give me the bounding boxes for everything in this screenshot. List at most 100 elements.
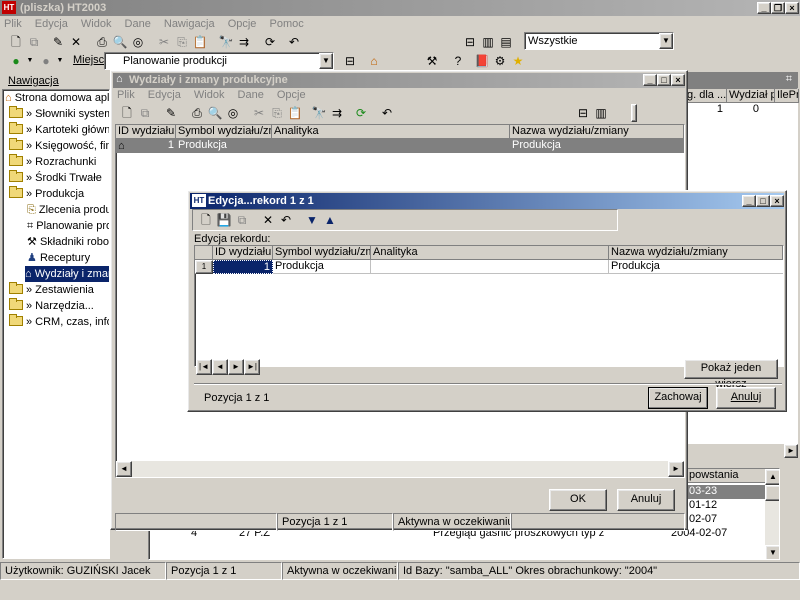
dialog-minimize-button[interactable]: _	[742, 195, 756, 207]
scroll-right-icon[interactable]: ►	[668, 461, 684, 477]
dialog-row-id[interactable]: 1	[213, 260, 273, 274]
dialog-row-marker[interactable]: 1	[195, 260, 213, 274]
dialog-maximize-button[interactable]: □	[756, 195, 770, 207]
tree-item-narzedzia[interactable]: » Narzędzia...	[9, 298, 94, 314]
bg-grid-header-2[interactable]: Wydział p...	[727, 89, 775, 103]
paste-copy-icon[interactable]: ⎘	[174, 34, 190, 50]
tree-item-slowniki[interactable]: » Słowniki systemowe	[9, 106, 109, 122]
dialog-cancel-button[interactable]: Anuluj	[716, 387, 776, 409]
menu-nawigacja[interactable]: Nawigacja	[164, 18, 215, 30]
app-maximize-button[interactable]: ❐	[771, 2, 785, 14]
scroll-thumb[interactable]	[765, 485, 779, 501]
mdi-maximize-button[interactable]: □	[657, 74, 671, 86]
mdi-toolbar-handle[interactable]	[631, 104, 637, 122]
export-icon[interactable]: ◎	[130, 34, 146, 50]
show-one-row-button[interactable]: Pokaż jeden wiersz	[684, 359, 778, 390]
edit-icon[interactable]: ✎	[50, 34, 66, 50]
tree-item-ksiegowosc[interactable]: » Księgowość, finanse	[9, 138, 109, 154]
app-minimize-button[interactable]: _	[757, 2, 771, 14]
bookmark-icon[interactable]: ⊟	[342, 53, 358, 69]
last-record-icon[interactable]: ►|	[244, 359, 260, 375]
export-icon[interactable]: ◎	[225, 105, 241, 121]
home-icon[interactable]: ⌂	[366, 53, 382, 69]
bg-lower-vscroll[interactable]: ▲ ▼	[765, 469, 779, 559]
undo-icon[interactable]: ↶	[379, 105, 395, 121]
refresh-icon[interactable]: ⟳	[353, 105, 369, 121]
mdi-minimize-button[interactable]: _	[643, 74, 657, 86]
tree-item-rozrachunki[interactable]: » Rozrachunki	[9, 154, 96, 170]
help-icon[interactable]: ?	[450, 53, 466, 69]
bg-grid-header-3[interactable]: IlePr	[775, 89, 799, 103]
dialog-col-id[interactable]: ID wydziału	[213, 246, 273, 260]
dialog-save-button[interactable]: Zachowaj	[648, 387, 708, 409]
preview-icon[interactable]: 🔍	[112, 34, 128, 50]
cut-icon[interactable]: ✂	[156, 34, 172, 50]
tree-item-planowanie[interactable]: ⌗ Planowanie produ	[27, 218, 109, 234]
tree-item-kartoteki[interactable]: » Kartoteki główne	[9, 122, 109, 138]
menu-widok[interactable]: Widok	[81, 18, 112, 30]
tree-item-crm[interactable]: » CRM, czas, informacj	[9, 314, 109, 330]
mdi-menu-edycja[interactable]: Edycja	[148, 89, 181, 101]
columns-icon[interactable]: ▥	[480, 34, 496, 50]
settings-icon[interactable]: ⚙	[492, 53, 508, 69]
menu-pomoc[interactable]: Pomoc	[270, 18, 304, 30]
prev-record-icon[interactable]: ◄	[212, 359, 228, 375]
mdi-col-analityka[interactable]: Analityka	[272, 125, 510, 139]
find-icon[interactable]: 🔭	[311, 105, 327, 121]
preview-icon[interactable]: 🔍	[207, 105, 223, 121]
dialog-col-nazwa[interactable]: Nazwa wydziału/zmiany	[609, 246, 783, 260]
mdi-hscroll[interactable]: ◄ ►	[116, 461, 684, 477]
star-icon[interactable]: ★	[510, 53, 526, 69]
refresh-icon[interactable]: ⟳	[262, 34, 278, 50]
undo-icon[interactable]: ↶	[286, 34, 302, 50]
dialog-row-symbol[interactable]: Produkcja	[273, 260, 371, 274]
mdi-menu-opcje[interactable]: Opcje	[277, 89, 306, 101]
layout-icon[interactable]: ▤	[498, 34, 514, 50]
location-select[interactable]: Planowanie produkcji ▼	[104, 52, 334, 70]
filter-icon[interactable]: ⊟	[462, 34, 478, 50]
mdi-ok-button[interactable]: OK	[549, 489, 607, 511]
copy-record-icon[interactable]: ⧉	[137, 105, 153, 121]
columns-icon[interactable]: ▥	[593, 105, 609, 121]
dialog-col-symbol[interactable]: Symbol wydziału/zmiany	[273, 246, 371, 260]
scroll-up-icon[interactable]: ▲	[765, 469, 779, 485]
dialog-close-button[interactable]: ×	[770, 195, 784, 207]
tree-item-home[interactable]: ⌂ Strona domowa aplikac	[5, 90, 109, 106]
tree-item-zlecenia[interactable]: ⎘ Zlecenia produkc	[27, 202, 109, 218]
next-record-icon[interactable]: ►	[228, 359, 244, 375]
tools-icon[interactable]: ⚒	[424, 53, 440, 69]
tree-item-wydzialy[interactable]: ⌂ Wydziały i zmany	[25, 266, 109, 282]
mdi-col-symbol[interactable]: Symbol wydziału/zmiany	[176, 125, 272, 139]
dialog-row-analityka[interactable]	[371, 260, 609, 274]
filter-icon[interactable]: ⊟	[575, 105, 591, 121]
mdi-grid-row-selected[interactable]: ⌂ 1 Produkcja Produkcja	[116, 139, 684, 153]
app-close-button[interactable]: ×	[785, 2, 799, 14]
edit-icon[interactable]: ✎	[163, 105, 179, 121]
print-icon[interactable]: ⎙	[94, 34, 110, 50]
mdi-col-id[interactable]: ID wydziału	[116, 125, 176, 139]
mdi-close-button[interactable]: ×	[671, 74, 685, 86]
menu-opcje[interactable]: Opcje	[228, 18, 257, 30]
bg-hscroll-right[interactable]: ►	[784, 444, 798, 458]
bg-grid-header-1[interactable]: g. dla ...	[685, 89, 727, 103]
menu-edycja[interactable]: Edycja	[35, 18, 68, 30]
paste-copy-icon[interactable]: ⎘	[269, 105, 285, 121]
tree-item-zestawienia[interactable]: » Zestawienia	[9, 282, 94, 298]
mdi-cancel-button[interactable]: Anuluj	[617, 489, 675, 511]
mdi-col-nazwa[interactable]: Nazwa wydziału/zmiany	[510, 125, 684, 139]
filter-select[interactable]: Wszystkie ▼	[524, 32, 674, 50]
tree-item-receptury[interactable]: ♟ Receptury	[27, 250, 90, 266]
mdi-menu-widok[interactable]: Widok	[194, 89, 225, 101]
dialog-row-nazwa[interactable]: Produkcja	[609, 260, 783, 274]
mdi-menu-dane[interactable]: Dane	[238, 89, 264, 101]
find-next-icon[interactable]: ⇉	[236, 34, 252, 50]
delete-icon[interactable]: ✕	[68, 34, 84, 50]
menu-dane[interactable]: Dane	[125, 18, 151, 30]
scroll-left-icon[interactable]: ◄	[116, 461, 132, 477]
bg-lower-header[interactable]: powstania	[687, 469, 767, 483]
print-icon[interactable]: ⎙	[189, 105, 205, 121]
cut-icon[interactable]: ✂	[251, 105, 267, 121]
menu-plik[interactable]: Plik	[4, 18, 22, 30]
book-icon[interactable]: 📕	[474, 53, 490, 69]
new-icon[interactable]: 🗋	[8, 34, 24, 50]
